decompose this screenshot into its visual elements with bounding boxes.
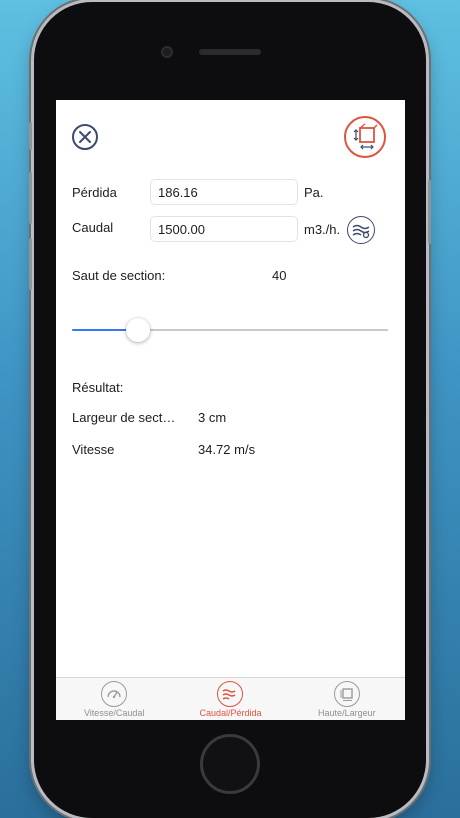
mute-switch [29,122,32,150]
slider-thumb[interactable] [126,318,151,342]
airflow-icon [217,681,244,707]
tab-caudal-perdida[interactable]: Caudal/Pérdida [172,678,288,720]
app-screen: Pérdida 186.16 Pa. Caudal 1500.00 m3./h.… [56,100,405,720]
result-label-width: Largeur de sect… [72,410,176,425]
close-button[interactable] [72,124,98,150]
unit-convert-button[interactable] [347,216,375,244]
result-label-speed: Vitesse [72,442,115,457]
perdida-unit: Pa. [304,185,324,200]
section-mode-button[interactable] [344,116,386,158]
tab-bar: Vitesse/Caudal Caudal/Pérdida Haute/Larg… [56,677,405,720]
volume-down-button [29,238,32,290]
gauge-icon [101,681,128,707]
result-title: Résultat: [72,380,124,395]
tab-label: Caudal/Pérdida [199,708,262,718]
tab-label: Vitesse/Caudal [83,708,145,718]
tab-haute-largeur[interactable]: Haute/Largeur [289,678,405,720]
result-value-speed: 34.72 m/s [198,442,256,457]
perdida-label: Pérdida [72,185,117,200]
home-button[interactable] [200,734,260,794]
caudal-unit: m3./h. [304,222,341,237]
result-value-width: 3 cm [198,410,227,425]
earpiece-speaker [199,49,261,55]
section-square-icon [353,123,378,150]
airflow-convert-icon [352,224,370,239]
perdida-field[interactable]: 186.16 [150,179,298,205]
tab-label: Haute/Largeur [318,708,376,718]
volume-up-button [29,172,32,224]
power-button [428,180,431,244]
close-icon [79,131,91,143]
front-camera [161,46,173,58]
section-icon [333,681,360,707]
slider-value: 40 [272,268,287,283]
tab-vitesse-caudal[interactable]: Vitesse/Caudal [56,678,172,720]
caudal-field[interactable]: 1500.00 [150,216,298,242]
slider-label: Saut de section: [72,268,166,283]
phone-frame: Pérdida 186.16 Pa. Caudal 1500.00 m3./h.… [29,2,431,818]
caudal-label: Caudal [72,220,114,235]
